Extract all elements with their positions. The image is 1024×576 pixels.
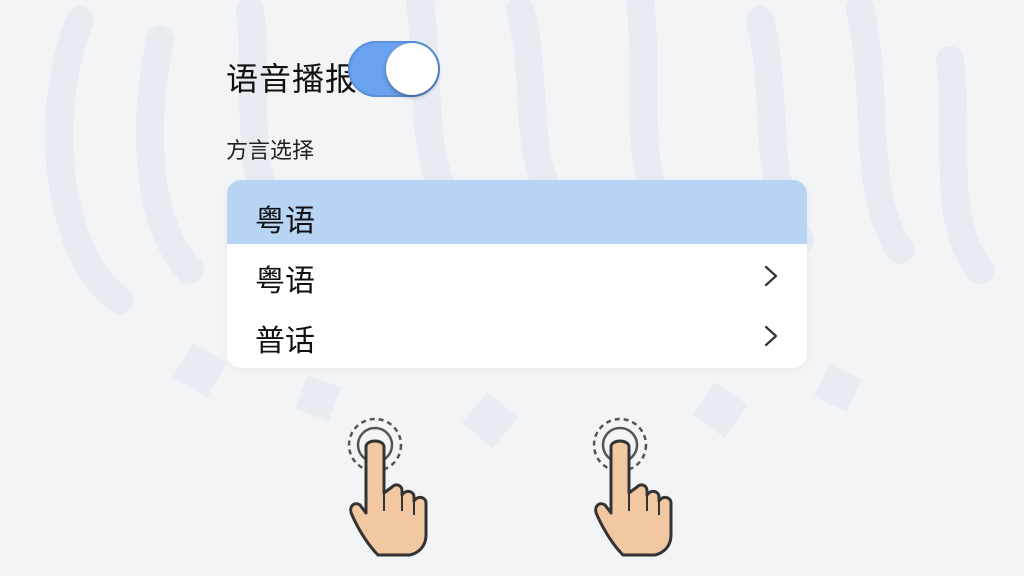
voice-broadcast-toggle[interactable]	[348, 41, 440, 97]
voice-broadcast-label: 语音播报	[226, 60, 359, 98]
tap-hand-icon	[347, 417, 428, 557]
chevron-right-icon	[764, 325, 778, 347]
dialect-option-putonghua[interactable]: 普话	[227, 304, 807, 364]
chevron-right-icon	[764, 265, 778, 287]
dialect-option-cantonese[interactable]: 粤语	[227, 244, 807, 304]
selected-dialect-header[interactable]: 粤语	[227, 180, 807, 244]
toggle-knob	[386, 43, 438, 95]
dialect-option-label: 粤语	[255, 264, 315, 299]
selected-dialect-label: 粤语	[255, 204, 315, 239]
dialect-list: 粤语 粤语 普话	[227, 180, 807, 368]
tap-hand-icon	[592, 417, 673, 557]
dialect-section-label: 方言选择	[226, 139, 315, 164]
dialect-option-label: 普话	[255, 324, 315, 359]
